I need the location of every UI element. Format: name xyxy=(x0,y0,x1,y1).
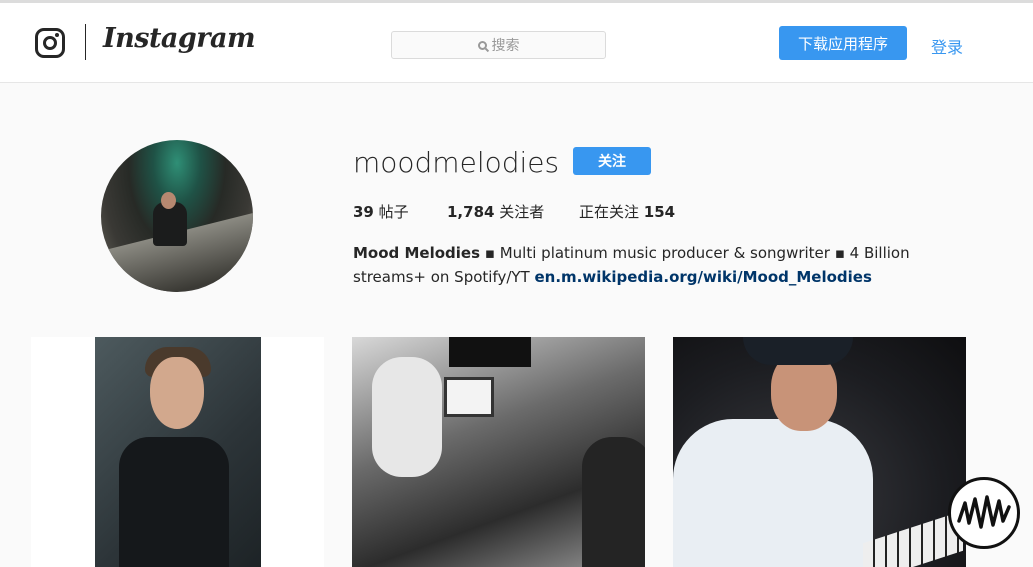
post-tile[interactable] xyxy=(673,337,966,567)
bio-name: Mood Melodies xyxy=(353,244,481,262)
download-app-button[interactable]: 下载应用程序 xyxy=(779,26,907,60)
watermark-logo-icon xyxy=(948,477,1020,549)
profile-bio: Mood Melodies ▪ Multi platinum music pro… xyxy=(353,241,973,289)
followers-label: 关注者 xyxy=(499,203,545,221)
posts-count: 39 xyxy=(353,203,374,221)
top-navbar: Instagram 搜索 下载应用程序 登录 xyxy=(0,3,1033,83)
search-icon xyxy=(477,40,487,50)
bio-link[interactable]: en.m.wikipedia.org/wiki/Mood_Melodies xyxy=(534,268,871,286)
following-stat[interactable]: 正在关注 154 xyxy=(579,201,675,222)
posts-stat: 39 帖子 xyxy=(353,201,409,222)
search-placeholder: 搜索 xyxy=(491,38,520,54)
followers-count: 1,784 xyxy=(447,203,495,221)
following-count: 154 xyxy=(643,203,676,221)
profile-username: moodmelodies xyxy=(353,146,560,179)
post-tile[interactable] xyxy=(31,337,324,567)
nav-divider xyxy=(85,24,86,60)
instagram-camera-icon[interactable] xyxy=(35,28,65,58)
follow-button[interactable]: 关注 xyxy=(573,147,651,175)
followers-stat[interactable]: 1,784 关注者 xyxy=(447,201,544,222)
instagram-wordmark[interactable]: Instagram xyxy=(103,23,256,54)
profile-avatar[interactable] xyxy=(101,140,253,292)
search-input[interactable]: 搜索 xyxy=(391,31,606,59)
posts-label: 帖子 xyxy=(378,203,409,221)
post-tile[interactable] xyxy=(352,337,645,567)
following-label: 正在关注 xyxy=(579,203,640,221)
login-link[interactable]: 登录 xyxy=(931,34,963,58)
